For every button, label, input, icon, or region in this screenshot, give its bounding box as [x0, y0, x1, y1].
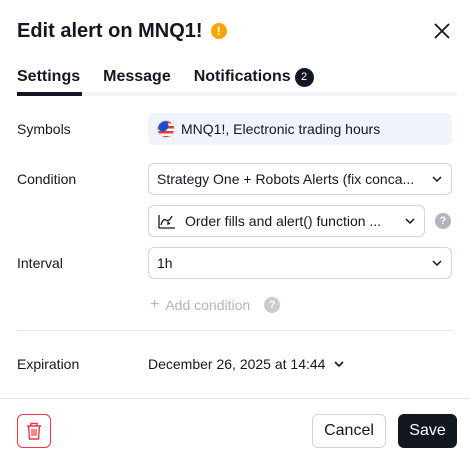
- symbols-label: Symbols: [17, 121, 71, 137]
- condition-sub-select[interactable]: Order fills and alert() function ...: [148, 205, 425, 237]
- tab-active-indicator: [17, 92, 82, 96]
- chevron-down-icon: [432, 176, 442, 183]
- chevron-down-icon: [432, 260, 442, 267]
- condition-select[interactable]: Strategy One + Robots Alerts (fix conca.…: [148, 163, 452, 195]
- expiration-picker[interactable]: December 26, 2025 at 14:44: [148, 356, 345, 372]
- tab-underline-track: [17, 92, 457, 96]
- plus-icon: +: [150, 296, 160, 313]
- expiration-label: Expiration: [17, 356, 80, 372]
- warning-icon: !: [210, 23, 227, 39]
- symbol-field: MNQ1!, Electronic trading hours: [148, 113, 452, 145]
- tab-notifications[interactable]: Notifications 2: [194, 66, 314, 88]
- us-flag-icon: [157, 120, 175, 138]
- tab-bar: Settings Message Notifications 2: [17, 66, 337, 88]
- condition-sub-value: Order fills and alert() function ...: [185, 213, 382, 229]
- interval-value: 1h: [157, 255, 173, 271]
- delete-alert-button[interactable]: [17, 414, 51, 448]
- symbol-value: MNQ1!, Electronic trading hours: [181, 121, 381, 137]
- tab-message[interactable]: Message: [103, 66, 171, 88]
- condition-label: Condition: [17, 171, 77, 187]
- interval-select[interactable]: 1h: [148, 247, 452, 279]
- chevron-down-icon: [405, 218, 415, 225]
- save-button[interactable]: Save: [398, 414, 457, 448]
- tab-settings[interactable]: Settings: [17, 66, 80, 88]
- chevron-down-icon: [334, 361, 345, 368]
- section-divider: [17, 330, 453, 331]
- close-icon[interactable]: [432, 21, 452, 41]
- interval-label: Interval: [17, 255, 63, 271]
- notifications-count-badge: 2: [294, 67, 314, 87]
- strategy-chart-icon: [158, 215, 175, 229]
- trash-icon: [27, 422, 41, 440]
- tab-settings-label: Settings: [17, 68, 81, 85]
- footer-divider: [0, 398, 470, 399]
- add-condition-button[interactable]: + Add condition ?: [150, 296, 281, 314]
- expiration-value: December 26, 2025 at 14:44: [148, 356, 326, 372]
- condition-value: Strategy One + Robots Alerts (fix conca.…: [157, 171, 415, 187]
- cancel-button[interactable]: Cancel: [312, 414, 386, 448]
- dialog-header: Edit alert on MNQ1! !: [17, 17, 227, 45]
- add-condition-label: Add condition: [165, 297, 251, 313]
- dialog-title: Edit alert on MNQ1!: [17, 20, 203, 42]
- help-icon[interactable]: ?: [435, 213, 451, 229]
- help-icon[interactable]: ?: [264, 297, 281, 313]
- tab-notifications-label: Notifications: [193, 68, 291, 85]
- tab-message-label: Message: [103, 68, 171, 85]
